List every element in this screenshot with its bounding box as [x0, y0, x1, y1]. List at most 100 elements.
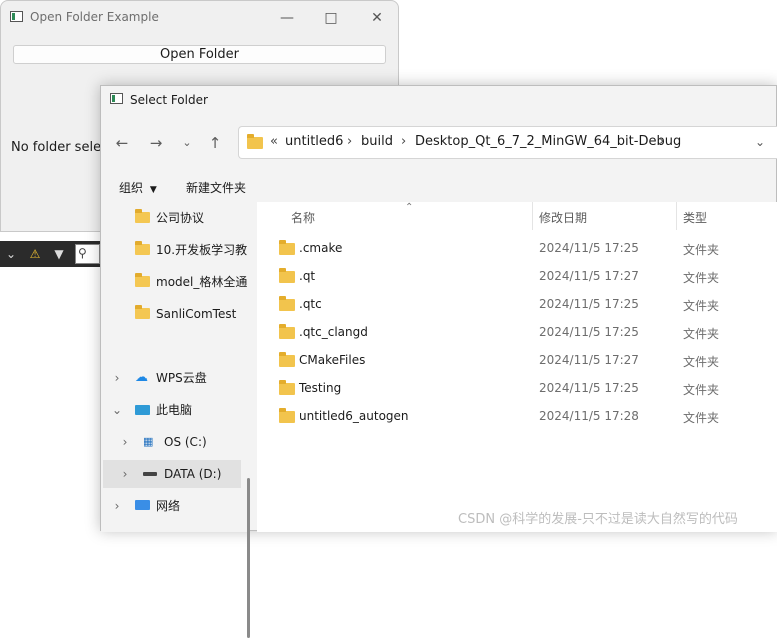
table-row[interactable]: CMakeFiles 2024/11/5 17:27 文件夹 — [257, 347, 777, 375]
nav-item-label: 网络 — [156, 499, 181, 513]
table-row[interactable]: untitled6_autogen 2024/11/5 17:28 文件夹 — [257, 403, 777, 431]
column-header-type[interactable]: 类型 — [683, 209, 707, 226]
nav-item-quick-1[interactable]: 公司协议 — [101, 204, 249, 232]
column-header-name[interactable]: 名称 — [291, 209, 315, 226]
watermark: CSDN @科学的发展-只不过是读大自然写的代码 — [458, 512, 738, 527]
nav-item-label: 10.开发板学习教 — [156, 243, 248, 257]
back-icon[interactable]: ← — [112, 133, 132, 153]
open-folder-button[interactable]: Open Folder — [13, 45, 386, 64]
computer-icon — [135, 405, 150, 415]
up-icon[interactable]: ↑ — [205, 133, 225, 153]
file-type: 文件夹 — [683, 299, 720, 313]
minimize-icon[interactable]: — — [276, 7, 298, 29]
chevron-down-icon[interactable]: ⌄ — [111, 396, 123, 424]
breadcrumb-build[interactable]: build — [361, 134, 393, 149]
nav-item-drive-d[interactable]: › DATA (D:) — [103, 460, 241, 488]
nav-item-drive-c[interactable]: › ▦ OS (C:) — [101, 428, 249, 456]
file-date: 2024/11/5 17:25 — [539, 381, 639, 395]
file-name: .qtc_clangd — [299, 325, 368, 339]
file-name: .qt — [299, 269, 316, 283]
breadcrumb-untitled6[interactable]: untitled6 — [285, 134, 343, 149]
address-bar[interactable]: « untitled6 › build › Desktop_Qt_6_7_2_M… — [238, 126, 777, 159]
file-name: .cmake — [299, 241, 343, 255]
drive-icon — [143, 472, 157, 476]
nav-item-label: WPS云盘 — [156, 371, 207, 385]
close-icon[interactable]: ✕ — [366, 7, 388, 29]
file-list: ⌃ 名称 修改日期 类型 .cmake 2024/11/5 17:25 文件夹 … — [257, 202, 777, 532]
breadcrumb-overflow[interactable]: « — [270, 134, 278, 149]
file-date: 2024/11/5 17:25 — [539, 241, 639, 255]
folder-icon — [135, 273, 150, 287]
folder-icon — [279, 324, 295, 339]
chevron-right-icon[interactable]: › — [111, 364, 123, 392]
nav-item-quick-2[interactable]: 10.开发板学习教 — [101, 236, 249, 264]
column-divider[interactable] — [532, 202, 533, 230]
file-name: .qtc — [299, 297, 322, 311]
table-row[interactable]: .qt 2024/11/5 17:27 文件夹 — [257, 263, 777, 291]
chevron-down-icon[interactable]: ⌄ — [2, 245, 20, 263]
table-row[interactable]: .qtc 2024/11/5 17:25 文件夹 — [257, 291, 777, 319]
file-date: 2024/11/5 17:25 — [539, 325, 639, 339]
nav-item-label: SanliComTest — [156, 307, 237, 321]
folder-icon — [279, 352, 295, 367]
nav-item-label: 公司协议 — [156, 211, 205, 225]
folder-icon — [247, 134, 263, 149]
file-date: 2024/11/5 17:27 — [539, 269, 639, 283]
dialog-title: Select Folder — [130, 93, 208, 107]
command-bar: 组织 ▼ 新建文件夹 — [101, 174, 777, 202]
qt-titlebar: Open Folder Example — □ ✕ — [1, 1, 400, 34]
folder-icon — [135, 241, 150, 255]
table-row[interactable]: Testing 2024/11/5 17:25 文件夹 — [257, 375, 777, 403]
folder-icon — [135, 209, 150, 223]
organize-menu[interactable]: 组织 ▼ — [119, 179, 157, 196]
breadcrumb-chevron-icon[interactable]: › — [659, 134, 664, 149]
warning-icon[interactable]: ⚠ — [26, 245, 44, 263]
nav-item-label: OS (C:) — [164, 435, 207, 449]
nav-scrollbar[interactable] — [247, 478, 250, 638]
filter-icon[interactable]: ▼ — [50, 245, 68, 263]
file-name: CMakeFiles — [299, 353, 366, 367]
nav-item-quick-3[interactable]: model_格林全通 — [101, 268, 249, 296]
chevron-right-icon[interactable]: › — [119, 460, 131, 488]
table-row[interactable]: .cmake 2024/11/5 17:25 文件夹 — [257, 235, 777, 263]
select-folder-dialog: Select Folder ← → ⌄ ↑ « untitled6 › buil… — [100, 85, 777, 638]
breadcrumb-current[interactable]: Desktop_Qt_6_7_2_MinGW_64_bit-Debug — [415, 134, 681, 149]
nav-item-quick-4[interactable]: SanliComTest — [101, 300, 249, 328]
file-date: 2024/11/5 17:25 — [539, 297, 639, 311]
folder-icon — [279, 408, 295, 423]
table-row[interactable]: .qtc_clangd 2024/11/5 17:25 文件夹 — [257, 319, 777, 347]
file-name: Testing — [299, 381, 342, 395]
sort-ascending-icon: ⌃ — [405, 202, 414, 213]
windows-drive-icon: ▦ — [143, 435, 154, 448]
nav-item-wps[interactable]: › ☁ WPS云盘 — [101, 364, 249, 392]
folder-icon — [135, 305, 150, 319]
file-type: 文件夹 — [683, 411, 720, 425]
file-name: untitled6_autogen — [299, 409, 409, 423]
folder-icon — [279, 240, 295, 255]
window-title: Open Folder Example — [30, 10, 159, 24]
recent-locations-chevron-icon[interactable]: ⌄ — [177, 133, 197, 153]
chevron-right-icon[interactable]: › — [119, 428, 131, 456]
maximize-icon[interactable]: □ — [320, 7, 342, 29]
nav-item-network[interactable]: › 网络 — [101, 492, 249, 520]
caret-down-icon: ▼ — [149, 185, 157, 195]
network-icon — [135, 500, 150, 510]
organize-label: 组织 — [119, 181, 144, 195]
nav-item-this-pc[interactable]: ⌄ 此电脑 — [101, 396, 249, 424]
forward-icon[interactable]: → — [146, 133, 166, 153]
search-input[interactable]: ⚲ — [75, 244, 100, 264]
nav-item-label: DATA (D:) — [164, 467, 222, 481]
column-header-date[interactable]: 修改日期 — [539, 209, 587, 226]
breadcrumb-chevron-icon[interactable]: › — [347, 134, 352, 149]
column-divider[interactable] — [676, 202, 677, 230]
chevron-right-icon[interactable]: › — [111, 492, 123, 520]
search-icon: ⚲ — [78, 246, 87, 260]
dialog-app-icon — [110, 93, 123, 104]
file-date: 2024/11/5 17:27 — [539, 353, 639, 367]
new-folder-button[interactable]: 新建文件夹 — [186, 179, 246, 196]
breadcrumb-chevron-icon[interactable]: › — [401, 134, 406, 149]
cloud-icon: ☁ — [135, 370, 148, 385]
file-type: 文件夹 — [683, 383, 720, 397]
file-date: 2024/11/5 17:28 — [539, 409, 639, 423]
address-history-chevron-icon[interactable]: ⌄ — [755, 135, 765, 149]
